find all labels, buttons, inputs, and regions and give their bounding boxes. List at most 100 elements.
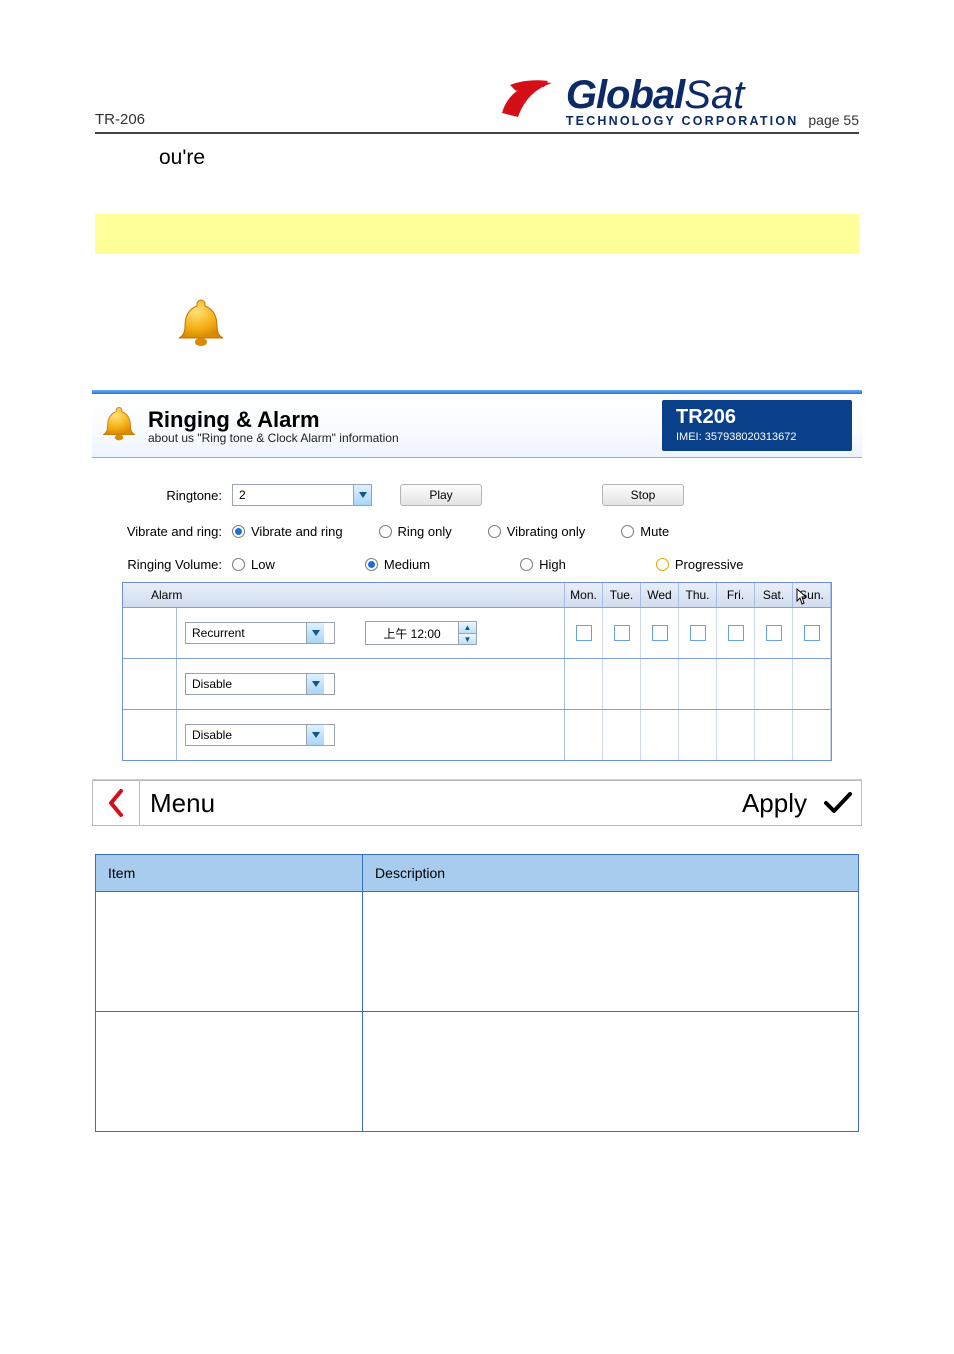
day-header: Wed — [641, 583, 679, 607]
logo-swoosh-icon — [500, 77, 556, 124]
day-cell — [717, 608, 755, 658]
screenshot-subtitle: about us "Ring tone & Clock Alarm" infor… — [148, 431, 662, 445]
bell-icon — [169, 294, 233, 358]
screenshot-title: Ringing & Alarm — [148, 407, 662, 433]
device-name: TR206 — [676, 406, 838, 429]
day-checkbox[interactable] — [690, 625, 706, 641]
radio-label: Vibrate and ring — [251, 524, 343, 539]
alarm-mode-select[interactable]: Disable — [185, 724, 335, 746]
vibrate-option[interactable]: Mute — [621, 524, 669, 539]
alarm-row: Disable — [123, 709, 831, 760]
alarm-mode-value: Disable — [186, 677, 306, 691]
stop-button[interactable]: Stop — [602, 484, 684, 506]
chevron-down-icon[interactable] — [306, 623, 324, 643]
screenshot-footer: Menu Apply — [92, 780, 862, 826]
day-header: Tue. — [603, 583, 641, 607]
day-cell — [603, 659, 641, 709]
day-header: Sat. — [755, 583, 793, 607]
section-title-bar — [95, 214, 859, 254]
day-checkbox[interactable] — [576, 625, 592, 641]
day-checkbox[interactable] — [652, 625, 668, 641]
volume-option[interactable]: High — [520, 557, 566, 572]
day-cell — [717, 710, 755, 760]
day-checkbox[interactable] — [804, 625, 820, 641]
vibrate-option[interactable]: Vibrate and ring — [232, 524, 343, 539]
alarm-mode-value: Recurrent — [186, 626, 306, 640]
day-cell — [641, 710, 679, 760]
table-head-item: Item — [96, 855, 363, 892]
page-header: TR-206 GlobalSat TECHNOLOGY CORPORATION … — [95, 48, 859, 128]
volume-option[interactable]: Progressive — [656, 557, 744, 572]
alarm-table: Alarm Mon.Tue.WedThu.Fri.Sat.Sun. Recurr… — [122, 582, 832, 761]
day-checkbox[interactable] — [728, 625, 744, 641]
day-cell — [717, 659, 755, 709]
chevron-down-icon[interactable] — [353, 485, 371, 505]
radio-icon — [520, 558, 533, 571]
alarm-mode-select[interactable]: Disable — [185, 673, 335, 695]
radio-label: High — [539, 557, 566, 572]
back-button[interactable] — [93, 789, 139, 817]
table-cell-desc — [363, 892, 859, 1012]
chevron-down-icon[interactable] — [306, 725, 324, 745]
radio-label: Vibrating only — [507, 524, 586, 539]
day-cell — [755, 608, 793, 658]
day-checkbox[interactable] — [766, 625, 782, 641]
radio-icon — [232, 525, 245, 538]
day-cell — [565, 659, 603, 709]
check-icon[interactable] — [815, 791, 861, 815]
day-cell — [603, 608, 641, 658]
ringtone-select[interactable]: 2 — [232, 484, 372, 506]
alarm-time-value: 上午 12:00 — [366, 625, 458, 642]
vibrate-option[interactable]: Ring only — [379, 524, 452, 539]
table-cell-desc — [363, 1012, 859, 1132]
radio-icon — [621, 525, 634, 538]
app-screenshot: Ringing & Alarm about us "Ring tone & Cl… — [92, 390, 862, 826]
table-head-desc: Description — [363, 855, 859, 892]
alarm-mode-select[interactable]: Recurrent — [185, 622, 335, 644]
menu-button[interactable]: Menu — [139, 781, 742, 825]
alarm-mode-value: Disable — [186, 728, 306, 742]
table-cell-item — [96, 892, 363, 1012]
day-header: Fri. — [717, 583, 755, 607]
logo-subtext: TECHNOLOGY CORPORATION — [566, 114, 799, 128]
radio-label: Ring only — [398, 524, 452, 539]
radio-label: Mute — [640, 524, 669, 539]
page-number: page 55 — [808, 112, 859, 128]
alarm-header: Alarm — [123, 583, 565, 607]
day-cell — [755, 710, 793, 760]
day-cell — [641, 659, 679, 709]
radio-icon — [232, 558, 245, 571]
logo-text-sat: Sat — [684, 73, 744, 117]
table-cell-item — [96, 1012, 363, 1132]
alarm-row: Recurrent 上午 12:00▲▼ — [123, 607, 831, 658]
day-cell — [679, 659, 717, 709]
spinner-icon[interactable]: ▲▼ — [458, 622, 476, 644]
apply-button[interactable]: Apply — [742, 788, 815, 819]
day-cell — [565, 710, 603, 760]
day-header: Mon. — [565, 583, 603, 607]
day-checkbox[interactable] — [614, 625, 630, 641]
day-cell — [641, 608, 679, 658]
header-model: TR-206 — [95, 111, 145, 128]
table-row — [96, 1012, 859, 1132]
alarm-time-input[interactable]: 上午 12:00▲▼ — [365, 621, 477, 645]
volume-option[interactable]: Medium — [365, 557, 430, 572]
vibrate-label: Vibrate and ring: — [122, 524, 232, 539]
globalsat-logo: GlobalSat TECHNOLOGY CORPORATION — [500, 73, 799, 128]
radio-label: Progressive — [675, 557, 744, 572]
volume-label: Ringing Volume: — [122, 557, 232, 572]
day-cell — [755, 659, 793, 709]
radio-icon — [379, 525, 392, 538]
logo-text-global: Global — [566, 73, 684, 117]
volume-option[interactable]: Low — [232, 557, 275, 572]
device-imei: IMEI: 357938020313672 — [676, 431, 838, 443]
day-cell — [679, 608, 717, 658]
radio-icon — [488, 525, 501, 538]
vibrate-option[interactable]: Vibrating only — [488, 524, 586, 539]
chevron-down-icon[interactable] — [306, 674, 324, 694]
day-cell — [793, 710, 831, 760]
day-cell — [603, 710, 641, 760]
header-rule — [95, 132, 859, 134]
play-button[interactable]: Play — [400, 484, 482, 506]
bell-icon — [96, 403, 142, 449]
